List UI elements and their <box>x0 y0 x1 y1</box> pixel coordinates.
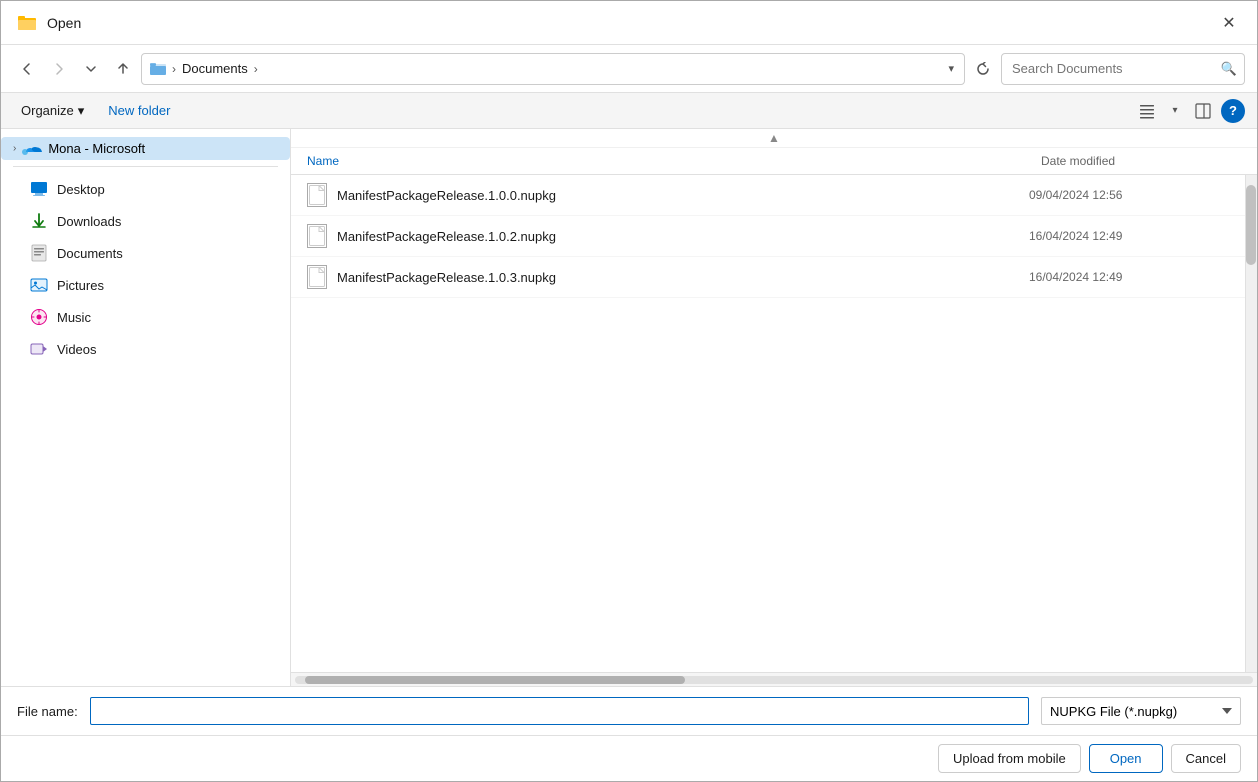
command-toolbar: Organize ▾ New folder ▾ ? <box>1 93 1257 129</box>
onedrive-icon <box>22 142 42 156</box>
file-name-field-label: File name: <box>17 704 78 719</box>
scroll-up-indicator[interactable]: ▲ <box>291 129 1257 148</box>
file-name-2: ManifestPackageRelease.1.0.2.nupkg <box>337 229 1019 244</box>
search-container: 🔍 <box>1001 53 1245 85</box>
view-controls: ▾ ? <box>1133 97 1245 125</box>
forward-button[interactable] <box>45 55 73 83</box>
sidebar-music-label: Music <box>57 310 256 325</box>
sidebar-item-videos[interactable]: Videos 📌 <box>1 333 290 365</box>
file-area: ▲ Name Date modified <box>291 129 1257 686</box>
file-icon-3 <box>307 265 327 289</box>
sidebar: › Mona - Microsoft Deskt <box>1 129 291 686</box>
search-input[interactable] <box>1001 53 1245 85</box>
title-bar: Open ✕ <box>1 1 1257 45</box>
desktop-icon <box>29 179 49 199</box>
horizontal-scroll-area <box>291 672 1257 686</box>
file-name-bar: File name: NUPKG File (*.nupkg) All File… <box>1 686 1257 735</box>
open-button[interactable]: Open <box>1089 744 1163 773</box>
sidebar-divider-1 <box>13 166 278 167</box>
column-date-header[interactable]: Date modified <box>1041 154 1241 168</box>
sidebar-item-downloads[interactable]: Downloads 📌 <box>1 205 290 237</box>
dialog-title: Open <box>47 15 81 31</box>
file-list: ManifestPackageRelease.1.0.0.nupkg 09/04… <box>291 175 1245 672</box>
breadcrumb-separator-1: › <box>172 62 176 76</box>
file-icon-1 <box>307 183 327 207</box>
sidebar-item-music[interactable]: Music 📌 <box>1 301 290 333</box>
recent-button[interactable] <box>77 55 105 83</box>
sidebar-item-documents[interactable]: Documents 📌 <box>1 237 290 269</box>
sidebar-pictures-label: Pictures <box>57 278 256 293</box>
file-row[interactable]: ManifestPackageRelease.1.0.3.nupkg 16/04… <box>291 257 1245 298</box>
horizontal-scroll-track[interactable] <box>295 676 1253 684</box>
file-row[interactable]: ManifestPackageRelease.1.0.0.nupkg 09/04… <box>291 175 1245 216</box>
action-buttons-row: Upload from mobile Open Cancel <box>1 735 1257 781</box>
file-date-1: 09/04/2024 12:56 <box>1029 188 1229 202</box>
address-dropdown-button[interactable]: ▾ <box>946 60 956 77</box>
pictures-icon <box>29 275 49 295</box>
file-name-1: ManifestPackageRelease.1.0.0.nupkg <box>337 188 1019 203</box>
preview-pane-button[interactable] <box>1189 97 1217 125</box>
sidebar-onedrive-label: Mona - Microsoft <box>48 141 145 156</box>
column-headers: Name Date modified <box>291 148 1257 175</box>
main-content: › Mona - Microsoft Deskt <box>1 129 1257 686</box>
title-bar-left: Open <box>17 13 81 33</box>
folder-icon <box>150 61 166 77</box>
sidebar-item-pictures[interactable]: Pictures 📌 <box>1 269 290 301</box>
file-date-3: 16/04/2024 12:49 <box>1029 270 1229 284</box>
close-button[interactable]: ✕ <box>1213 7 1245 39</box>
app-icon <box>17 13 37 33</box>
open-dialog: Open ✕ › Documents › ▾ <box>0 0 1258 782</box>
upload-mobile-button[interactable]: Upload from mobile <box>938 744 1081 773</box>
sidebar-onedrive-section[interactable]: › Mona - Microsoft <box>1 137 290 160</box>
navigation-toolbar: › Documents › ▾ 🔍 <box>1 45 1257 93</box>
sidebar-documents-label: Documents <box>57 246 256 261</box>
address-bar[interactable]: › Documents › ▾ <box>141 53 965 85</box>
sidebar-desktop-label: Desktop <box>57 182 256 197</box>
file-row[interactable]: ManifestPackageRelease.1.0.2.nupkg 16/04… <box>291 216 1245 257</box>
back-button[interactable] <box>13 55 41 83</box>
cancel-button[interactable]: Cancel <box>1171 744 1241 773</box>
documents-sidebar-icon <box>29 243 49 263</box>
sidebar-videos-label: Videos <box>57 342 256 357</box>
downloads-icon <box>29 211 49 231</box>
new-folder-button[interactable]: New folder <box>100 99 178 122</box>
file-name-input[interactable] <box>90 697 1029 725</box>
music-icon <box>29 307 49 327</box>
view-dropdown-button[interactable]: ▾ <box>1165 97 1185 125</box>
sidebar-downloads-label: Downloads <box>57 214 256 229</box>
organize-chevron-icon: ▾ <box>78 103 85 119</box>
file-date-2: 16/04/2024 12:49 <box>1029 229 1229 243</box>
videos-icon <box>29 339 49 359</box>
help-button[interactable]: ? <box>1221 99 1245 123</box>
breadcrumb-item-documents[interactable]: Documents <box>182 61 248 76</box>
up-button[interactable] <box>109 55 137 83</box>
breadcrumb-separator-2: › <box>254 62 258 76</box>
file-icon-2 <box>307 224 327 248</box>
view-mode-button[interactable] <box>1133 97 1161 125</box>
sidebar-chevron-icon: › <box>13 143 16 154</box>
refresh-button[interactable] <box>969 55 997 83</box>
file-type-select[interactable]: NUPKG File (*.nupkg) All Files (*.*) <box>1041 697 1241 725</box>
scroll-up-arrow-icon[interactable]: ▲ <box>768 131 780 145</box>
column-name-header[interactable]: Name <box>307 154 1041 168</box>
file-name-3: ManifestPackageRelease.1.0.3.nupkg <box>337 270 1019 285</box>
scrollbar-thumb[interactable] <box>1246 185 1256 265</box>
horizontal-scroll-thumb[interactable] <box>305 676 685 684</box>
sidebar-item-desktop[interactable]: Desktop 📌 <box>1 173 290 205</box>
vertical-scrollbar[interactable] <box>1245 175 1257 672</box>
organize-button[interactable]: Organize ▾ <box>13 99 92 123</box>
